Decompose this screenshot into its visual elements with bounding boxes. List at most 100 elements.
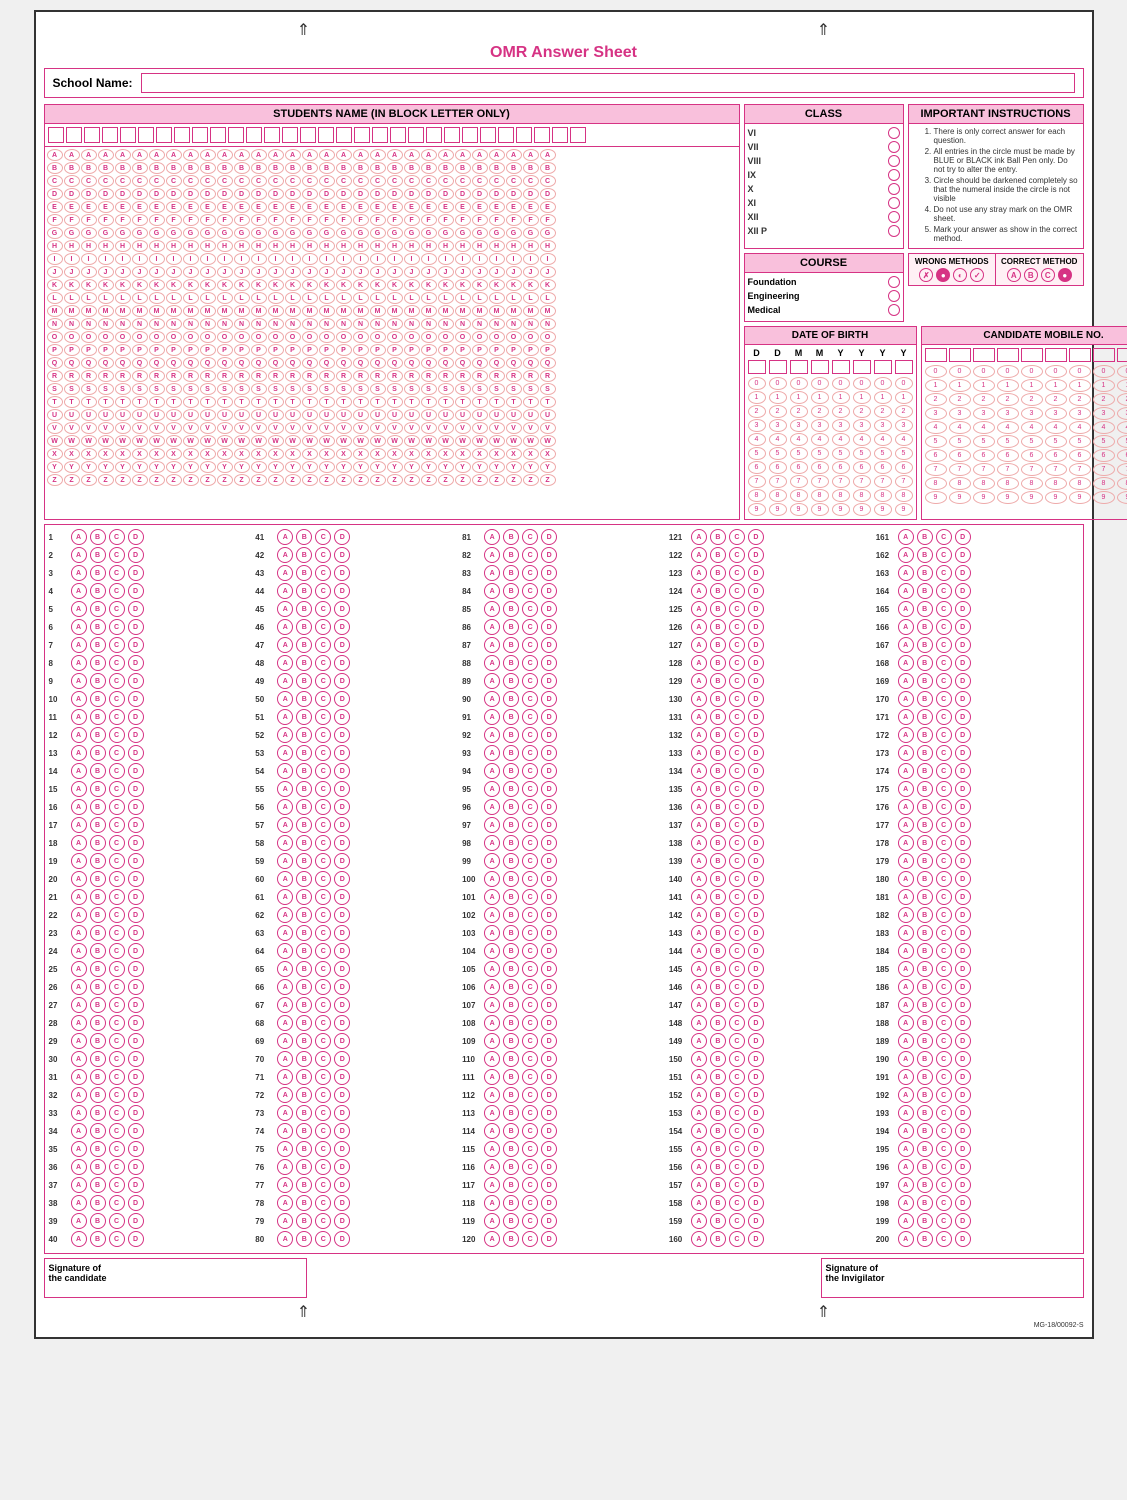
- answer-option-C-q42[interactable]: C: [315, 547, 331, 563]
- mobile-digit[interactable]: 5: [1093, 435, 1115, 448]
- answer-option-C-q180[interactable]: C: [936, 871, 952, 887]
- letter-cell[interactable]: V: [166, 422, 182, 434]
- letter-cell[interactable]: F: [115, 214, 131, 226]
- answer-option-D-q147[interactable]: D: [748, 997, 764, 1013]
- letter-cell[interactable]: V: [234, 422, 250, 434]
- answer-option-C-q141[interactable]: C: [729, 889, 745, 905]
- letter-cell[interactable]: W: [98, 435, 114, 447]
- answer-option-B-q80[interactable]: B: [296, 1231, 312, 1247]
- answer-option-C-q55[interactable]: C: [315, 781, 331, 797]
- answer-option-D-q22[interactable]: D: [128, 907, 144, 923]
- letter-cell[interactable]: M: [370, 305, 386, 317]
- letter-cell[interactable]: J: [540, 266, 556, 278]
- answer-option-B-q185[interactable]: B: [917, 961, 933, 977]
- letter-cell[interactable]: A: [132, 149, 148, 161]
- answer-option-A-q125[interactable]: A: [691, 601, 707, 617]
- letter-cell[interactable]: Z: [506, 474, 522, 486]
- letter-cell[interactable]: T: [438, 396, 454, 408]
- answer-option-D-q46[interactable]: D: [334, 619, 350, 635]
- answer-option-B-q66[interactable]: B: [296, 979, 312, 995]
- letter-cell[interactable]: M: [47, 305, 63, 317]
- dob-digit[interactable]: 5: [832, 447, 850, 460]
- letter-cell[interactable]: G: [319, 227, 335, 239]
- answer-option-D-q36[interactable]: D: [128, 1159, 144, 1175]
- letter-cell[interactable]: T: [251, 396, 267, 408]
- answer-option-D-q99[interactable]: D: [541, 853, 557, 869]
- answer-option-D-q115[interactable]: D: [541, 1141, 557, 1157]
- letter-cell[interactable]: F: [251, 214, 267, 226]
- letter-cell[interactable]: O: [489, 331, 505, 343]
- letter-cell[interactable]: E: [64, 201, 80, 213]
- answer-option-D-q13[interactable]: D: [128, 745, 144, 761]
- letter-cell[interactable]: J: [268, 266, 284, 278]
- answer-option-B-q107[interactable]: B: [503, 997, 519, 1013]
- answer-option-A-q81[interactable]: A: [484, 529, 500, 545]
- letter-cell[interactable]: H: [455, 240, 471, 252]
- answer-option-C-q45[interactable]: C: [315, 601, 331, 617]
- answer-option-A-q94[interactable]: A: [484, 763, 500, 779]
- answer-option-A-q176[interactable]: A: [898, 799, 914, 815]
- answer-option-A-q10[interactable]: A: [71, 691, 87, 707]
- letter-cell[interactable]: J: [217, 266, 233, 278]
- letter-cell[interactable]: H: [506, 240, 522, 252]
- answer-option-C-q128[interactable]: C: [729, 655, 745, 671]
- letter-cell[interactable]: W: [81, 435, 97, 447]
- answer-option-A-q26[interactable]: A: [71, 979, 87, 995]
- answer-option-D-q30[interactable]: D: [128, 1051, 144, 1067]
- letter-cell[interactable]: S: [336, 383, 352, 395]
- answer-option-D-q185[interactable]: D: [955, 961, 971, 977]
- dob-digit[interactable]: 7: [790, 475, 808, 488]
- answer-option-D-q87[interactable]: D: [541, 637, 557, 653]
- letter-cell[interactable]: Z: [455, 474, 471, 486]
- letter-cell[interactable]: D: [64, 188, 80, 200]
- answer-option-A-q19[interactable]: A: [71, 853, 87, 869]
- answer-option-C-q98[interactable]: C: [522, 835, 538, 851]
- letter-cell[interactable]: V: [98, 422, 114, 434]
- answer-option-C-q101[interactable]: C: [522, 889, 538, 905]
- answer-option-B-q60[interactable]: B: [296, 871, 312, 887]
- letter-cell[interactable]: E: [404, 201, 420, 213]
- dob-digit[interactable]: 8: [790, 489, 808, 502]
- answer-option-D-q37[interactable]: D: [128, 1177, 144, 1193]
- letter-cell[interactable]: B: [64, 162, 80, 174]
- letter-cell[interactable]: Y: [98, 461, 114, 473]
- name-box-9[interactable]: [210, 127, 226, 143]
- letter-cell[interactable]: T: [200, 396, 216, 408]
- answer-option-C-q64[interactable]: C: [315, 943, 331, 959]
- answer-option-D-q161[interactable]: D: [955, 529, 971, 545]
- letter-cell[interactable]: U: [506, 409, 522, 421]
- answer-option-D-q101[interactable]: D: [541, 889, 557, 905]
- answer-option-A-q5[interactable]: A: [71, 601, 87, 617]
- letter-cell[interactable]: C: [353, 175, 369, 187]
- dob-digit[interactable]: 9: [853, 503, 871, 516]
- answer-option-C-q37[interactable]: C: [109, 1177, 125, 1193]
- answer-option-D-q93[interactable]: D: [541, 745, 557, 761]
- letter-cell[interactable]: R: [336, 370, 352, 382]
- answer-option-C-q147[interactable]: C: [729, 997, 745, 1013]
- letter-cell[interactable]: V: [489, 422, 505, 434]
- letter-cell[interactable]: H: [64, 240, 80, 252]
- answer-option-D-q170[interactable]: D: [955, 691, 971, 707]
- dob-digit[interactable]: 1: [832, 391, 850, 404]
- dob-box-2[interactable]: [790, 360, 808, 374]
- letter-cell[interactable]: T: [472, 396, 488, 408]
- letter-cell[interactable]: L: [81, 292, 97, 304]
- letter-cell[interactable]: B: [540, 162, 556, 174]
- letter-cell[interactable]: A: [523, 149, 539, 161]
- answer-option-A-q126[interactable]: A: [691, 619, 707, 635]
- answer-option-B-q177[interactable]: B: [917, 817, 933, 833]
- answer-option-D-q94[interactable]: D: [541, 763, 557, 779]
- letter-cell[interactable]: Y: [336, 461, 352, 473]
- mobile-digit[interactable]: 2: [1045, 393, 1067, 406]
- letter-cell[interactable]: I: [421, 253, 437, 265]
- letter-cell[interactable]: P: [251, 344, 267, 356]
- answer-option-C-q113[interactable]: C: [522, 1105, 538, 1121]
- answer-option-B-q61[interactable]: B: [296, 889, 312, 905]
- answer-option-D-q156[interactable]: D: [748, 1159, 764, 1175]
- answer-option-C-q85[interactable]: C: [522, 601, 538, 617]
- letter-cell[interactable]: T: [234, 396, 250, 408]
- mobile-box-5[interactable]: [1045, 348, 1067, 362]
- answer-option-B-q81[interactable]: B: [503, 529, 519, 545]
- answer-option-A-q22[interactable]: A: [71, 907, 87, 923]
- letter-cell[interactable]: C: [506, 175, 522, 187]
